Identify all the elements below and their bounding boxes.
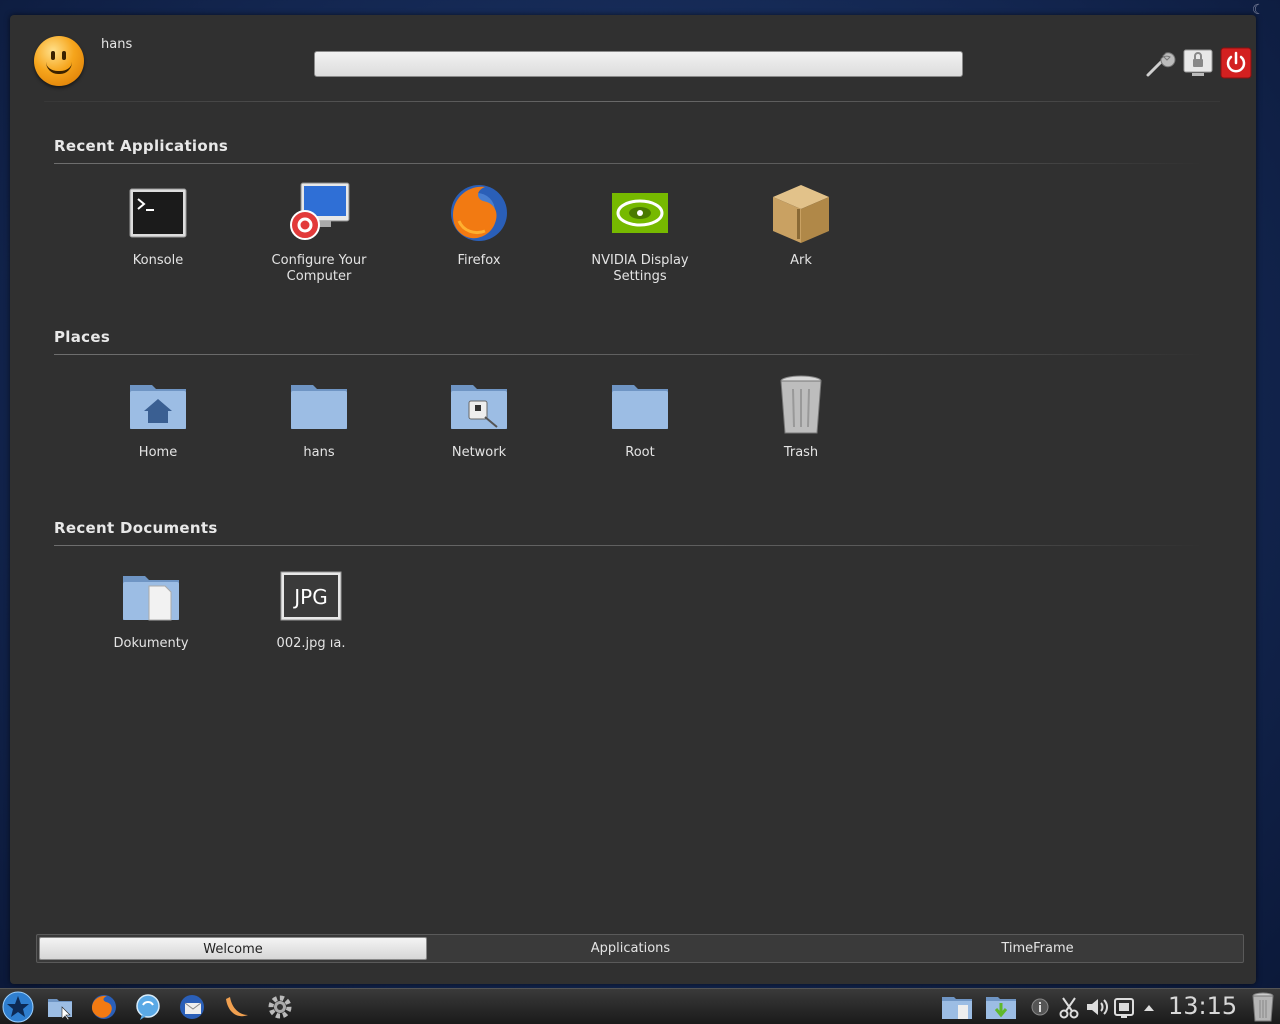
network-folder-icon bbox=[447, 373, 511, 437]
clock[interactable]: 13:15 bbox=[1168, 992, 1237, 1020]
user-avatar[interactable] bbox=[34, 36, 84, 86]
place-trash[interactable]: Trash bbox=[726, 373, 876, 461]
lock-screen-icon[interactable] bbox=[1182, 47, 1214, 79]
tab-timeframe[interactable]: TimeFrame bbox=[834, 937, 1241, 960]
nvidia-icon bbox=[608, 181, 672, 245]
system-settings-icon bbox=[287, 181, 351, 245]
tab-welcome[interactable]: Welcome bbox=[39, 937, 427, 960]
gear-icon[interactable] bbox=[266, 993, 294, 1021]
app-ark[interactable]: Ark bbox=[726, 181, 876, 269]
header-separator bbox=[44, 101, 1220, 102]
downloads-folder-icon[interactable] bbox=[984, 993, 1018, 1021]
file-manager-icon[interactable] bbox=[46, 993, 74, 1021]
app-firefox[interactable]: Firefox bbox=[404, 181, 554, 269]
volume-icon[interactable] bbox=[1084, 993, 1110, 1021]
doc-dokumenty[interactable]: Dokumenty bbox=[76, 564, 226, 652]
app-configure-your-computer[interactable]: Configure Your Computer bbox=[244, 181, 394, 285]
place-home[interactable]: Home bbox=[83, 373, 233, 461]
documents-folder-icon bbox=[119, 564, 183, 628]
place-root[interactable]: Root bbox=[565, 373, 715, 461]
network-status-icon[interactable] bbox=[1112, 993, 1136, 1021]
place-network[interactable]: Network bbox=[404, 373, 554, 461]
firefox-icon bbox=[447, 181, 511, 245]
folder-icon bbox=[287, 373, 351, 437]
section-separator bbox=[54, 545, 1204, 546]
shutdown-icon[interactable] bbox=[1220, 47, 1252, 79]
section-separator bbox=[54, 354, 1204, 355]
app-konsole[interactable]: Konsole bbox=[83, 181, 233, 269]
trash-icon[interactable] bbox=[1250, 992, 1276, 1022]
mail-client-icon[interactable] bbox=[178, 993, 206, 1021]
info-icon[interactable] bbox=[1030, 993, 1050, 1021]
kickoff-launcher: hans Recent Applications Konsole Configu… bbox=[10, 15, 1256, 984]
view-tabs: Welcome Applications TimeFrame bbox=[36, 934, 1244, 963]
section-title-recent-applications: Recent Applications bbox=[54, 137, 229, 155]
wrench-icon[interactable] bbox=[1144, 47, 1176, 79]
firefox-icon[interactable] bbox=[90, 993, 118, 1021]
chat-icon[interactable] bbox=[134, 993, 162, 1021]
app-nvidia-display-settings[interactable]: NVIDIA Display Settings bbox=[565, 181, 715, 285]
folder-icon bbox=[608, 373, 672, 437]
username-label: hans bbox=[101, 37, 133, 52]
trash-icon bbox=[769, 373, 833, 437]
activity-folder-icon[interactable] bbox=[940, 993, 974, 1021]
section-title-places: Places bbox=[54, 328, 111, 346]
jpg-file-icon: JPG bbox=[279, 564, 343, 628]
place-hans[interactable]: hans bbox=[244, 373, 394, 461]
terminal-icon bbox=[126, 181, 190, 245]
crescent-app-icon[interactable] bbox=[222, 993, 250, 1021]
search-input[interactable] bbox=[314, 51, 963, 77]
section-title-recent-documents: Recent Documents bbox=[54, 519, 218, 537]
scissors-icon[interactable] bbox=[1058, 993, 1080, 1021]
tab-applications[interactable]: Applications bbox=[427, 937, 834, 960]
section-separator bbox=[54, 163, 1204, 164]
start-menu-icon[interactable] bbox=[2, 991, 34, 1023]
doc-002-jpg[interactable]: JPG 002.jpg ıa. bbox=[236, 564, 386, 652]
tray-expand-arrow-icon[interactable] bbox=[1140, 993, 1158, 1021]
svg-text:JPG: JPG bbox=[292, 585, 327, 609]
taskbar: 13:15 bbox=[0, 988, 1280, 1024]
archive-box-icon bbox=[769, 181, 833, 245]
home-folder-icon bbox=[126, 373, 190, 437]
